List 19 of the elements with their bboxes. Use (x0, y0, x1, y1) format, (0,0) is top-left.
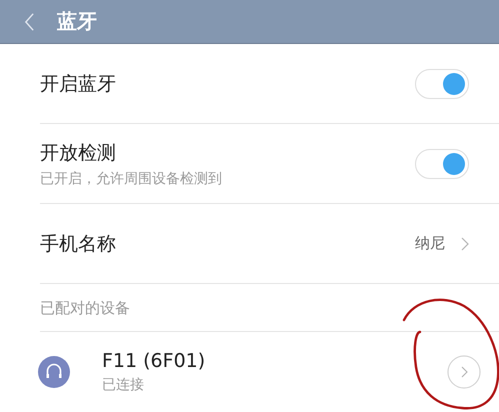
toggle-switch[interactable] (415, 148, 469, 178)
device-status: 已连接 (102, 376, 145, 394)
setting-row[interactable]: 开启蓝牙 (40, 44, 499, 124)
toggle-switch[interactable] (415, 68, 469, 98)
section-heading: 已配对的设备 (40, 299, 130, 318)
screen-title: 蓝牙 (57, 8, 97, 35)
device-name: F11 (6F01) (102, 350, 206, 372)
setting-value: 纳尼 (415, 234, 445, 253)
setting-label: 开启蓝牙 (40, 72, 117, 96)
setting-row[interactable]: 开放检测 已开启，允许周围设备检测到 (40, 124, 499, 204)
setting-description: 已开启，允许周围设备检测到 (40, 170, 223, 188)
setting-label: 手机名称 (40, 232, 117, 256)
chevron-icon (461, 236, 469, 250)
setting-label: 开放检测 (40, 140, 117, 166)
device-row[interactable]: F11 (6F01) 已连接 (0, 332, 499, 411)
setting-row[interactable]: 手机名称 纳尼 (40, 204, 499, 284)
details-icon[interactable] (447, 354, 481, 388)
headphones-icon (38, 356, 70, 388)
back-icon[interactable] (24, 12, 35, 32)
